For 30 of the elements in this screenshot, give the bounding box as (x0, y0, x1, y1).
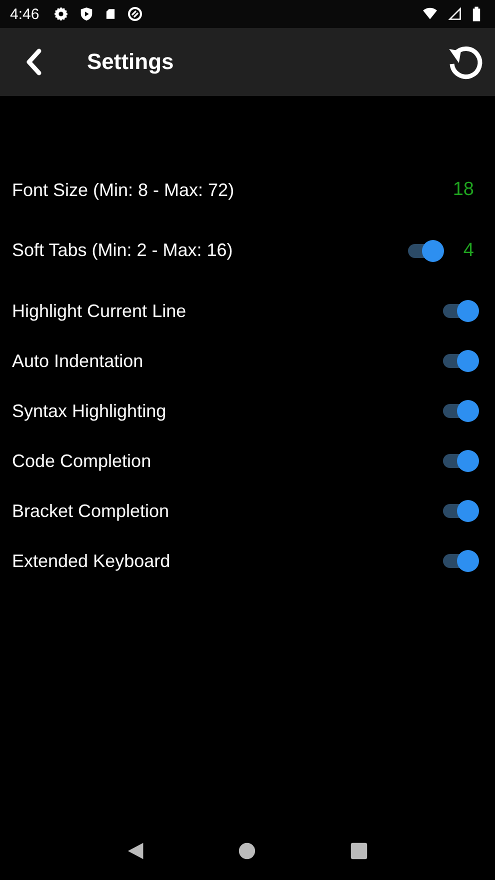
toggle-switch[interactable] (441, 549, 479, 573)
setting-value[interactable]: 18 (436, 179, 479, 201)
back-nav-icon[interactable] (126, 841, 145, 861)
toggle-switch[interactable] (441, 349, 479, 373)
toggle-switch[interactable] (441, 399, 479, 423)
setting-value[interactable]: 4 (444, 240, 479, 262)
home-icon[interactable] (238, 842, 256, 860)
battery-icon (472, 6, 481, 22)
setting-label: Extended Keyboard (12, 550, 170, 572)
toggle-switch[interactable] (441, 299, 479, 323)
setting-label: Syntax Highlighting (12, 400, 166, 422)
setting-label: Font Size (Min: 8 - Max: 72) (12, 180, 234, 200)
circle-icon (127, 6, 144, 22)
wifi-icon (422, 7, 438, 21)
recents-icon[interactable] (350, 842, 368, 860)
toggle-switch[interactable] (441, 499, 479, 523)
back-icon[interactable] (24, 48, 44, 76)
setting-label: Auto Indentation (12, 350, 144, 372)
status-time: 4:46 (10, 6, 40, 22)
setting-label: Highlight Current Line (12, 300, 186, 322)
setting-label: Soft Tabs (Min: 2 - Max: 16) (12, 240, 233, 261)
screen-title: Settings (87, 49, 174, 75)
setting-label: Code Completion (12, 450, 152, 472)
shield-icon (79, 6, 94, 22)
setting-label: Bracket Completion (12, 500, 170, 522)
signal-icon (448, 7, 462, 21)
sd-card-icon (104, 6, 118, 22)
toggle-switch[interactable] (406, 238, 444, 262)
gear-icon (53, 6, 70, 22)
toggle-switch[interactable] (441, 449, 479, 473)
